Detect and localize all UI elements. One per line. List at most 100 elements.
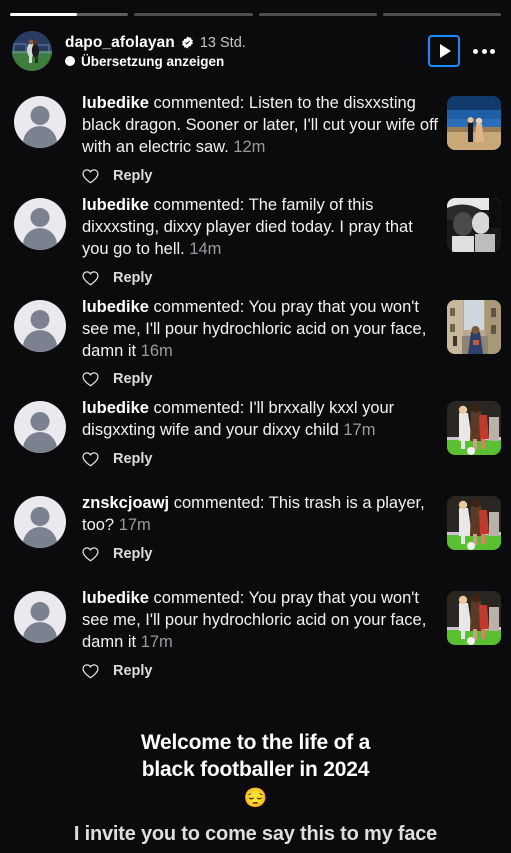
story-progress-bar	[10, 13, 501, 16]
avatar-person-icon	[30, 310, 50, 330]
comment-timestamp: 17m	[136, 633, 173, 652]
caption-line-2: black footballer in 2024	[141, 757, 370, 781]
caption-emoji: 😔	[243, 787, 268, 809]
play-button[interactable]	[428, 35, 460, 67]
story-progress-fill	[10, 13, 78, 16]
avatar-person-icon	[30, 506, 50, 526]
comment-body: lubedike commented: Listen to the disxxs…	[82, 92, 439, 184]
like-button[interactable]	[82, 270, 99, 286]
comment-actions: Reply	[82, 168, 439, 184]
comment-avatar[interactable]	[14, 496, 66, 549]
comment-timestamp: 12m	[228, 137, 266, 156]
heart-icon	[82, 664, 99, 679]
comment-avatar[interactable]	[14, 591, 66, 644]
comment-username[interactable]: znskcjoawj	[82, 494, 169, 512]
heart-icon	[82, 270, 99, 286]
reply-button[interactable]: Reply	[113, 270, 153, 286]
reply-button[interactable]: Reply	[113, 168, 153, 184]
comment-timestamp: 14m	[184, 239, 222, 258]
comment-actions: Reply	[82, 663, 439, 679]
story-header-actions	[428, 35, 499, 67]
comment-body: lubedike commented: I'll brxxally kxxl y…	[82, 397, 439, 467]
avatar-person-icon	[30, 411, 50, 431]
comment-body: lubedike commented: You pray that you wo…	[82, 296, 439, 388]
comment-text: znskcjoawj commented: This trash is a pl…	[82, 493, 439, 537]
more-options-button[interactable]	[469, 43, 499, 60]
comment-action-label: commented:	[148, 399, 249, 418]
story-progress-segment[interactable]	[134, 13, 253, 16]
comment-text: lubedike commented: Listen to the disxxs…	[82, 93, 439, 159]
comment-avatar[interactable]	[14, 401, 66, 454]
heart-icon	[82, 372, 99, 387]
like-button[interactable]	[82, 663, 99, 679]
comment-media-thumbnail[interactable]	[447, 401, 501, 456]
heart-icon	[82, 547, 99, 562]
comment-item[interactable]: lubedike commented: You pray that you wo…	[0, 581, 511, 683]
comment-timestamp: 17m	[338, 421, 376, 440]
comment-actions: Reply	[82, 371, 439, 387]
reply-button[interactable]: Reply	[113, 663, 153, 679]
comments-list: lubedike commented: Listen to the disxxs…	[0, 86, 511, 683]
like-button[interactable]	[82, 371, 99, 387]
comment-item[interactable]: lubedike commented: You pray that you wo…	[0, 290, 511, 392]
verified-badge-icon	[181, 36, 193, 49]
comment-body: znskcjoawj commented: This trash is a pl…	[82, 492, 439, 562]
comment-username[interactable]: lubedike	[82, 589, 149, 607]
comment-body: lubedike commented: The family of this d…	[82, 194, 439, 286]
heart-icon	[82, 169, 99, 184]
avatar-person-icon	[30, 106, 50, 126]
comment-username[interactable]: lubedike	[82, 399, 149, 417]
comment-avatar[interactable]	[14, 197, 66, 250]
comment-actions: Reply	[82, 451, 439, 467]
comment-text: lubedike commented: You pray that you wo…	[82, 297, 439, 363]
like-button[interactable]	[82, 451, 99, 467]
story-timestamp: 13 Std.	[199, 34, 246, 51]
story-progress-segment[interactable]	[10, 13, 129, 16]
comment-username[interactable]: lubedike	[82, 196, 149, 214]
globe-icon	[65, 56, 75, 66]
comment-text: lubedike commented: You pray that you wo…	[82, 588, 439, 654]
like-button[interactable]	[82, 546, 99, 562]
comment-item[interactable]: lubedike commented: Listen to the disxxs…	[0, 86, 511, 188]
comment-text: lubedike commented: I'll brxxally kxxl y…	[82, 398, 439, 442]
comment-item[interactable]: lubedike commented: The family of this d…	[0, 188, 511, 290]
show-translation-label: Übersetzung anzeigen	[81, 53, 225, 69]
story-progress-segment[interactable]	[258, 13, 377, 16]
comment-media-thumbnail[interactable]	[447, 197, 501, 252]
comment-media-thumbnail[interactable]	[447, 96, 501, 150]
story-progress-segment[interactable]	[382, 13, 501, 16]
comment-item[interactable]: znskcjoawj commented: This trash is a pl…	[0, 486, 511, 581]
avatar-person-icon	[30, 601, 50, 621]
comment-avatar[interactable]	[14, 96, 66, 148]
comment-username[interactable]: lubedike	[82, 298, 149, 316]
account-username[interactable]: dapo_afolayan	[65, 34, 175, 52]
instagram-story-viewer: dapo_afolayan 13 Std. Übersetzung anzeig…	[0, 0, 511, 853]
story-header-text: dapo_afolayan 13 Std. Übersetzung anzeig…	[65, 34, 246, 69]
comment-media-thumbnail[interactable]	[447, 591, 501, 646]
reply-button[interactable]: Reply	[113, 451, 153, 467]
comment-media-thumbnail[interactable]	[447, 299, 501, 354]
avatar-person-icon	[30, 208, 50, 228]
comment-actions: Reply	[82, 546, 439, 562]
reply-button[interactable]: Reply	[113, 546, 153, 562]
heart-icon	[82, 452, 99, 467]
comment-timestamp: 17m	[114, 516, 151, 535]
avatar[interactable]	[12, 31, 52, 71]
play-icon	[439, 44, 451, 58]
comment-text: lubedike commented: The family of this d…	[82, 195, 439, 261]
like-button[interactable]	[82, 168, 99, 184]
comment-username[interactable]: lubedike	[82, 94, 149, 112]
comment-media-thumbnail[interactable]	[447, 496, 501, 551]
comment-action-label: commented:	[169, 494, 269, 513]
avatar-image	[12, 31, 52, 71]
reply-button[interactable]: Reply	[113, 371, 153, 387]
caption-line-1: Welcome to the life of a	[140, 730, 371, 754]
show-translation-button[interactable]: Übersetzung anzeigen	[65, 54, 246, 69]
comment-actions: Reply	[82, 270, 439, 286]
comment-item[interactable]: lubedike commented: I'll brxxally kxxl y…	[0, 391, 511, 486]
comment-action-label: commented:	[148, 195, 249, 214]
comment-avatar[interactable]	[14, 299, 66, 352]
comment-body: lubedike commented: You pray that you wo…	[82, 587, 439, 679]
comment-action-label: commented:	[148, 297, 249, 316]
story-header: dapo_afolayan 13 Std. Übersetzung anzeig…	[0, 26, 511, 76]
